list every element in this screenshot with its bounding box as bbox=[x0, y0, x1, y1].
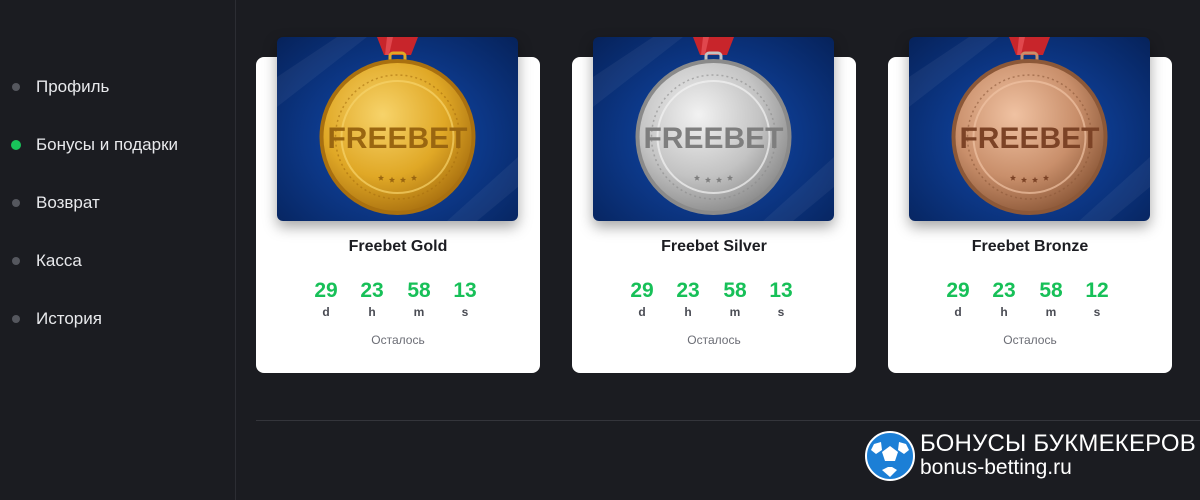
remaining-label: Осталось bbox=[371, 333, 425, 347]
medal-text: FREEBET bbox=[959, 122, 1099, 155]
sidebar-item-label: Профиль bbox=[36, 77, 110, 96]
timer-seconds: 13 s bbox=[445, 279, 485, 319]
medal-icon: FREEBET bbox=[909, 37, 1150, 221]
timer-value: 29 bbox=[314, 279, 338, 302]
medal-icon: FREEBET bbox=[593, 37, 834, 221]
timer-minutes: 58 m bbox=[1031, 279, 1071, 319]
timer-value: 23 bbox=[676, 279, 700, 302]
countdown-timer: 29 d 23 h 58 m 13 s bbox=[306, 279, 490, 319]
watermark-title: БОНУСЫ БУКМЕКЕРОВ bbox=[920, 430, 1196, 457]
bullet-dot-icon bbox=[12, 83, 20, 91]
timer-unit: d bbox=[638, 305, 646, 319]
timer-unit: m bbox=[1045, 305, 1057, 319]
bonus-card-silver[interactable]: FREEBET Freebet Silver 29 d 23 h 58 m 13 s О… bbox=[572, 37, 856, 373]
sidebar-item-cashier[interactable]: Касса bbox=[12, 249, 82, 273]
sidebar: Профиль Бонусы и подарки Возврат Касса И… bbox=[0, 0, 236, 500]
soccer-ball-icon bbox=[865, 431, 915, 481]
timer-unit: h bbox=[1000, 305, 1008, 319]
sidebar-item-label: Бонусы и подарки bbox=[36, 135, 179, 154]
timer-unit: m bbox=[413, 305, 425, 319]
content-divider bbox=[256, 420, 1200, 421]
remaining-label: Осталось bbox=[1003, 333, 1057, 347]
timer-unit: h bbox=[684, 305, 692, 319]
medal-image: FREEBET bbox=[593, 37, 834, 221]
card-title: Freebet Gold bbox=[348, 238, 448, 255]
sidebar-item-label: Касса bbox=[36, 251, 82, 270]
timer-minutes: 58 m bbox=[715, 279, 755, 319]
bonus-card-gold[interactable]: FREEBET Freebet Gold 29 d 23 h 58 m 13 s Ост… bbox=[256, 37, 540, 373]
timer-unit: s bbox=[461, 305, 469, 319]
timer-value: 23 bbox=[992, 279, 1016, 302]
timer-value: 58 bbox=[407, 279, 431, 302]
timer-days: 29 d bbox=[306, 279, 346, 319]
timer-unit: h bbox=[368, 305, 376, 319]
timer-value: 23 bbox=[360, 279, 384, 302]
timer-days: 29 d bbox=[622, 279, 662, 319]
timer-minutes: 58 m bbox=[399, 279, 439, 319]
countdown-timer: 29 d 23 h 58 m 12 s bbox=[938, 279, 1122, 319]
timer-days: 29 d bbox=[938, 279, 978, 319]
sidebar-item-history[interactable]: История bbox=[12, 307, 102, 331]
medal-text: FREEBET bbox=[643, 122, 783, 155]
watermark-url: bonus-betting.ru bbox=[920, 456, 1072, 479]
timer-hours: 23 h bbox=[984, 279, 1024, 319]
timer-hours: 23 h bbox=[352, 279, 392, 319]
bullet-dot-icon bbox=[12, 257, 20, 265]
sidebar-item-bonuses[interactable]: Бонусы и подарки bbox=[11, 133, 179, 157]
timer-seconds: 13 s bbox=[761, 279, 801, 319]
timer-unit: d bbox=[322, 305, 330, 319]
sidebar-item-refund[interactable]: Возврат bbox=[12, 191, 100, 215]
timer-value: 58 bbox=[723, 279, 747, 302]
medal-text: FREEBET bbox=[327, 122, 467, 155]
timer-value: 58 bbox=[1039, 279, 1063, 302]
remaining-label: Осталось bbox=[687, 333, 741, 347]
sidebar-item-label: Возврат bbox=[36, 193, 100, 212]
sidebar-item-label: История bbox=[36, 309, 102, 328]
timer-value: 13 bbox=[769, 279, 793, 302]
card-title: Freebet Silver bbox=[661, 238, 767, 255]
timer-unit: m bbox=[729, 305, 741, 319]
timer-hours: 23 h bbox=[668, 279, 708, 319]
medal-image: FREEBET bbox=[277, 37, 518, 221]
countdown-timer: 29 d 23 h 58 m 13 s bbox=[622, 279, 806, 319]
timer-unit: s bbox=[1093, 305, 1101, 319]
timer-value: 29 bbox=[946, 279, 970, 302]
medal-icon: FREEBET bbox=[277, 37, 518, 221]
bonus-card-bronze[interactable]: FREEBET Freebet Bronze 29 d 23 h 58 m 12 s О… bbox=[888, 37, 1172, 373]
timer-unit: s bbox=[777, 305, 785, 319]
timer-value: 13 bbox=[453, 279, 477, 302]
timer-value: 29 bbox=[630, 279, 654, 302]
bullet-dot-icon bbox=[12, 315, 20, 323]
timer-unit: d bbox=[954, 305, 962, 319]
card-title: Freebet Bronze bbox=[971, 238, 1089, 255]
active-dot-icon bbox=[11, 140, 21, 150]
bullet-dot-icon bbox=[12, 199, 20, 207]
medal-image: FREEBET bbox=[909, 37, 1150, 221]
timer-value: 12 bbox=[1085, 279, 1109, 302]
timer-seconds: 12 s bbox=[1077, 279, 1117, 319]
sidebar-item-profile[interactable]: Профиль bbox=[12, 75, 109, 99]
